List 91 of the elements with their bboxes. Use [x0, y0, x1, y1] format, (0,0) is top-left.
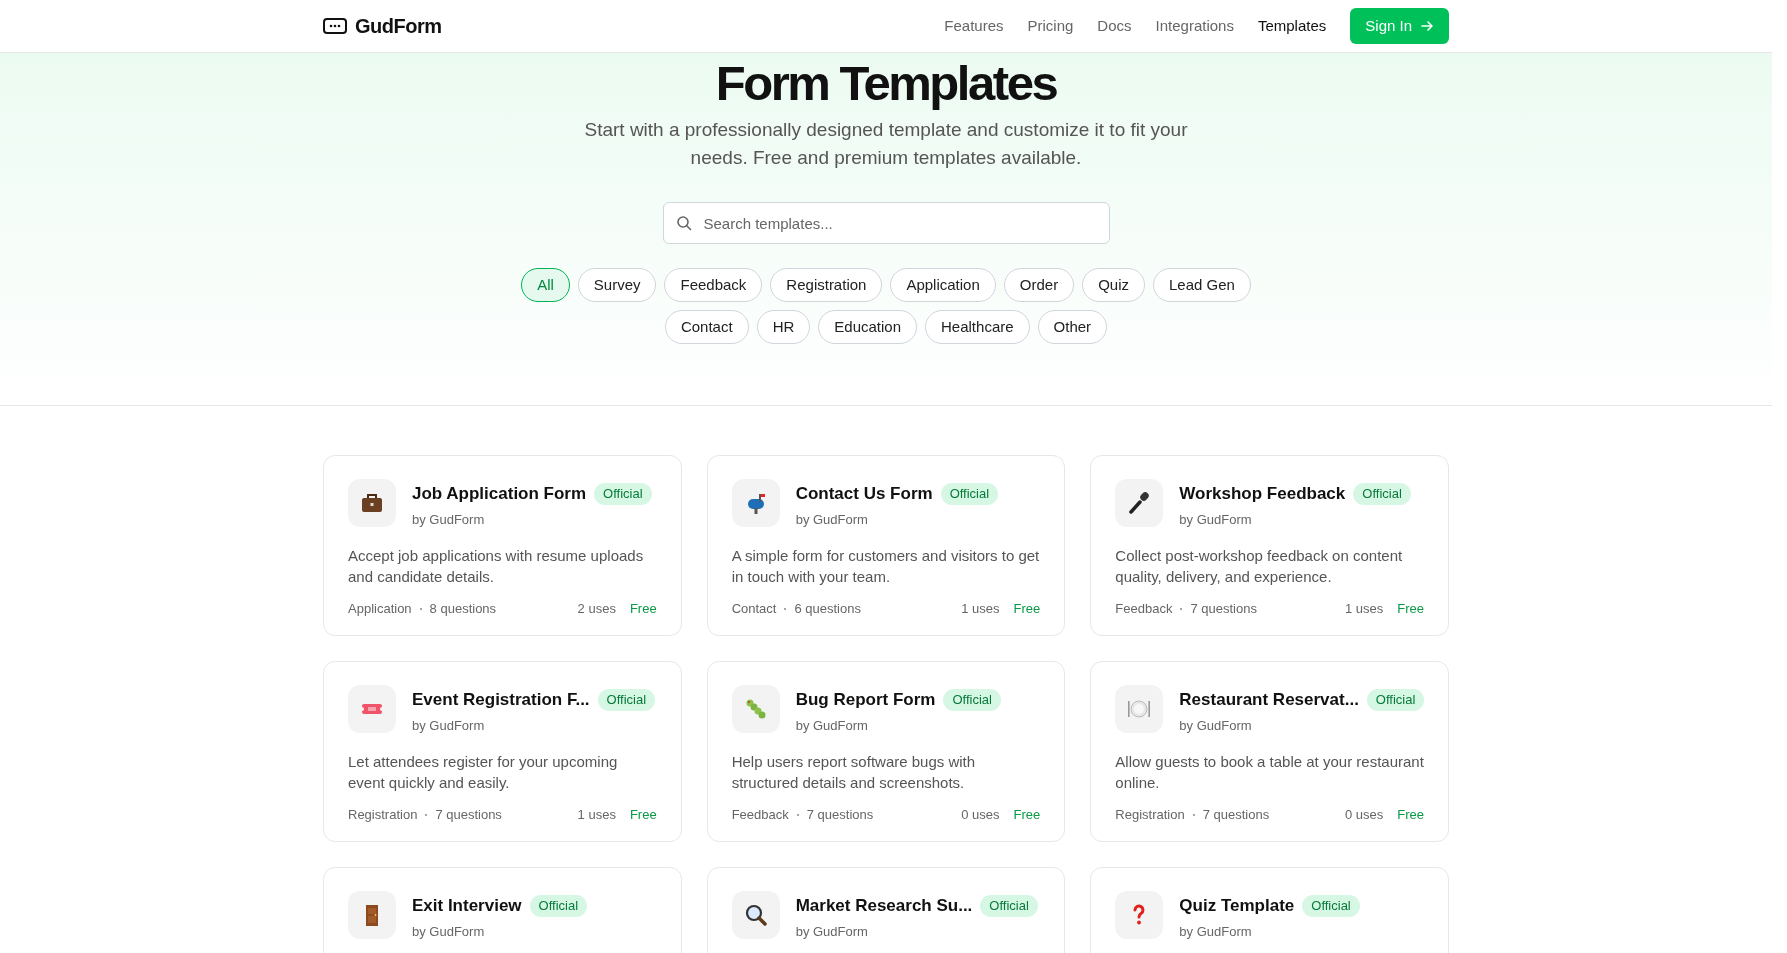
nav-link[interactable]: Pricing	[1027, 14, 1074, 38]
price-label: Free	[1013, 806, 1041, 824]
template-author: by GudForm	[412, 716, 486, 735]
price-label: Free	[1013, 600, 1041, 618]
template-author: by GudForm	[795, 922, 869, 941]
question-count: 7 questions	[1202, 806, 1270, 824]
template-author: by GudForm	[1179, 716, 1253, 735]
template-category: Application	[348, 600, 412, 618]
template-title: Exit Interview	[412, 895, 522, 917]
official-badge: Official	[1366, 688, 1425, 711]
template-card[interactable]: Quiz Template Official by GudForm	[1090, 867, 1449, 953]
template-title: Workshop Feedback	[1179, 483, 1346, 505]
template-description: Let attendees register for your upcoming event quickly and easily.	[348, 752, 619, 793]
arrow-right-icon	[1420, 19, 1434, 33]
filter-chip[interactable]: Other	[1037, 310, 1108, 344]
template-card[interactable]: Bug Report Form Official by GudForm Help users report software bugs with structured details and screenshots. Feedback 7 questions 0 uses Free	[706, 661, 1066, 842]
search-field[interactable]: Search templates...	[662, 202, 1110, 244]
logo-icon	[323, 18, 347, 34]
question-count: 8 questions	[429, 600, 497, 618]
template-title: Quiz Template	[1179, 895, 1295, 917]
nav-link[interactable]: Features	[944, 14, 1004, 38]
official-badge: Official	[597, 688, 656, 711]
official-badge: Official	[980, 894, 1038, 917]
filter-chip[interactable]: Survey	[577, 268, 657, 302]
template-title: Event Registration F...	[412, 689, 590, 711]
page-title: Form Templates	[715, 55, 1057, 111]
template-category: Feedback	[731, 806, 789, 824]
template-category: Contact	[731, 600, 777, 618]
price-label: Free	[1397, 600, 1424, 618]
question-count: 7 questions	[806, 806, 874, 824]
template-title: Restaurant Reservat...	[1179, 689, 1359, 711]
filter-chip[interactable]: Lead Gen	[1153, 268, 1251, 302]
template-description: Collect post-workshop feedback on content quality, delivery, and experience.	[1115, 546, 1404, 587]
official-badge: Official	[529, 894, 588, 917]
use-count: 1 uses	[1344, 600, 1384, 618]
official-badge: Official	[594, 482, 652, 505]
search-icon	[675, 215, 692, 231]
template-card[interactable]: Exit Interview Official by GudForm	[323, 867, 682, 953]
official-badge: Official	[1302, 894, 1360, 917]
filter-chip[interactable]: Healthcare	[925, 310, 1030, 344]
filter-chip[interactable]: HR	[756, 310, 811, 344]
official-badge: Official	[943, 688, 1001, 711]
template-description: A simple form for customers and visitors to get in touch with your team.	[731, 546, 1041, 587]
question-count: 7 questions	[435, 806, 502, 824]
filter-chip[interactable]: Feedback	[664, 268, 763, 302]
template-title: Job Application Form	[412, 483, 587, 505]
question-count: 6 questions	[794, 600, 861, 618]
filter-chip[interactable]: Application	[890, 268, 996, 302]
use-count: 1 uses	[961, 600, 1000, 618]
nav-link[interactable]: Integrations	[1155, 14, 1234, 38]
filter-chip[interactable]: Education	[818, 310, 917, 344]
template-card[interactable]: Job Application Form Official by GudForm Accept job applications with resume uploads and candidate details. Application 8 questions 2 uses Free	[323, 455, 682, 636]
template-title: Bug Report Form	[795, 689, 936, 711]
filter-chip[interactable]: Registration	[770, 268, 883, 302]
price-label: Free	[629, 600, 657, 618]
use-count: 2 uses	[577, 600, 616, 618]
template-card[interactable]: Event Registration F... Official by GudForm Let attendees register for your upcoming event quickly and easily. Registration 7 questions 1 uses Free	[323, 661, 682, 842]
price-label: Free	[1397, 806, 1424, 824]
template-author: by GudForm	[1179, 510, 1253, 529]
page-subtitle: Start with a professionally designed template and customize it to fit your needs. Free and premium templates available.	[583, 118, 1189, 170]
template-author: by GudForm	[795, 510, 869, 529]
filter-chip[interactable]: Contact	[664, 310, 749, 344]
template-description: Accept job applications with resume uploads and candidate details.	[348, 546, 645, 587]
brand-name[interactable]: GudForm	[355, 11, 442, 41]
nav-link[interactable]: Docs	[1097, 14, 1132, 38]
official-badge: Official	[940, 482, 999, 505]
price-label: Free	[629, 806, 657, 824]
template-card[interactable]: Restaurant Reservat... Official by GudForm Allow guests to book a table at your restaurant online. Registration 7 questions 0 uses Free	[1090, 661, 1449, 842]
template-description: Allow guests to book a table at your restaurant online.	[1115, 752, 1424, 793]
use-count: 1 uses	[577, 806, 616, 824]
template-category: Feedback	[1115, 600, 1173, 618]
filter-chip[interactable]: Order	[1003, 268, 1075, 302]
template-title: Contact Us Form	[795, 483, 933, 505]
template-card[interactable]: Market Research Su... Official by GudForm	[706, 867, 1066, 953]
template-author: by GudForm	[412, 510, 486, 529]
question-count: 7 questions	[1190, 600, 1257, 618]
template-card[interactable]: Contact Us Form Official by GudForm A simple form for customers and visitors to get in touch with your team. Contact 6 questions 1 uses Free	[706, 455, 1066, 636]
template-card[interactable]: Workshop Feedback Official by GudForm Collect post-workshop feedback on content quality, delivery, and experience. Feedback 7 questions 1 uses Free	[1090, 455, 1449, 636]
template-category: Registration	[348, 806, 418, 824]
template-author: by GudForm	[412, 922, 486, 941]
filter-chip[interactable]: All	[521, 268, 570, 302]
filter-chip[interactable]: Quiz	[1082, 268, 1145, 302]
use-count: 0 uses	[961, 806, 1000, 824]
official-badge: Official	[1353, 482, 1411, 505]
template-category: Registration	[1115, 806, 1185, 824]
template-description: Help users report software bugs with structured details and screenshots.	[731, 752, 977, 793]
template-author: by GudForm	[1179, 922, 1253, 941]
nav-link[interactable]: Templates	[1257, 14, 1327, 38]
use-count: 0 uses	[1344, 806, 1384, 824]
template-title: Market Research Su...	[795, 895, 973, 917]
template-author: by GudForm	[795, 716, 869, 735]
